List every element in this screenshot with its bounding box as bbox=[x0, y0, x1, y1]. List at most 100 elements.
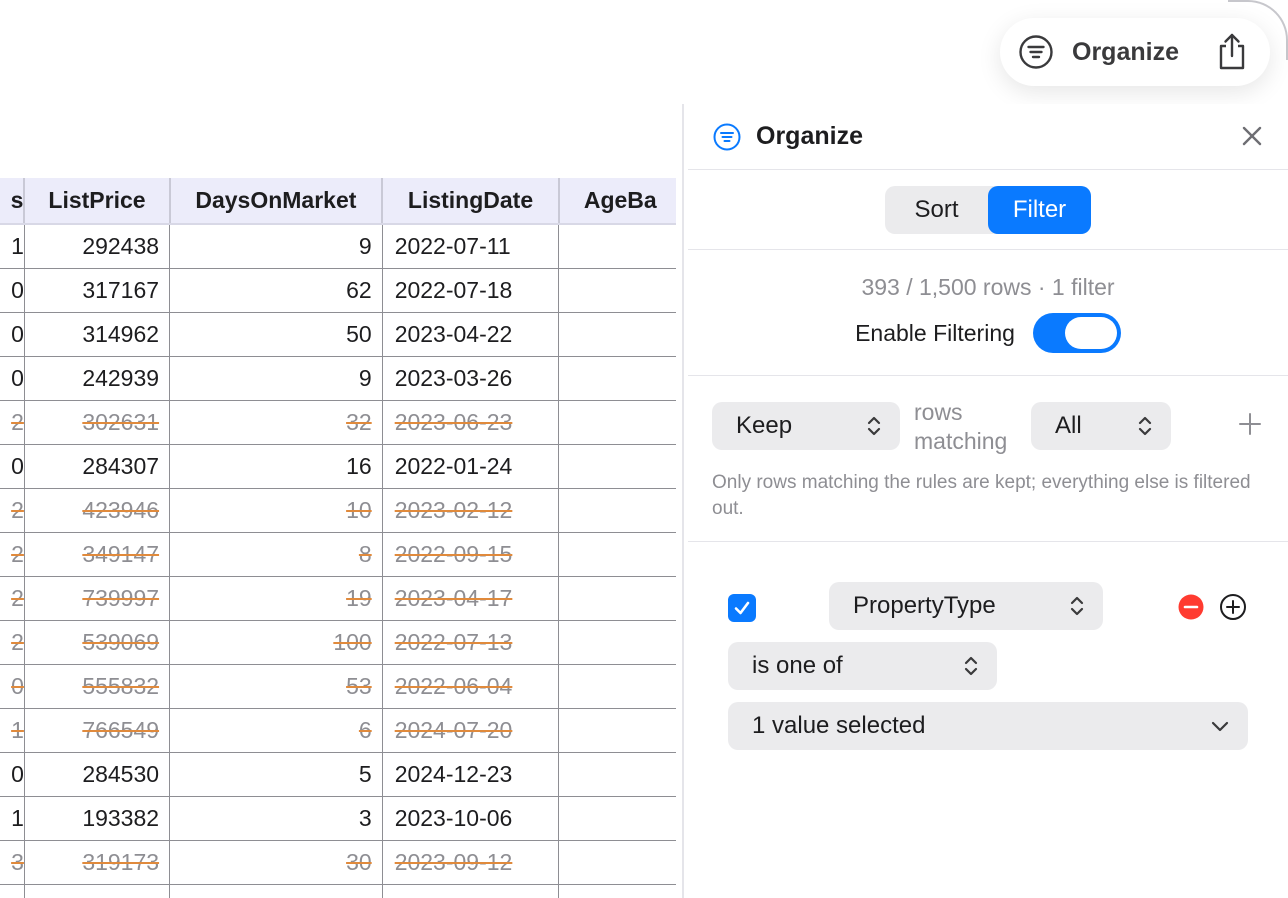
data-table: s ListPrice DaysOnMarket ListingDate Age… bbox=[0, 178, 676, 898]
table-row[interactable]: 0 555832 53 2022-06-04 bbox=[0, 664, 676, 709]
enable-filtering-toggle[interactable] bbox=[1032, 313, 1121, 353]
ageband-cell bbox=[558, 312, 676, 357]
cell-value: 9 bbox=[358, 364, 372, 391]
cell-value: 2022-01-24 bbox=[394, 452, 513, 479]
cell-value: 284530 bbox=[82, 760, 160, 787]
row-prefix-cell: 2 bbox=[0, 488, 25, 533]
cell-value: 2022-07-13 bbox=[394, 628, 513, 655]
row-prefix-cell: 0 bbox=[0, 312, 25, 357]
toggle-knob bbox=[1064, 317, 1117, 349]
filter-mode-description: Only rows matching the rules are kept; e… bbox=[712, 472, 1251, 519]
table-row[interactable]: 0 284307 16 2022-01-24 bbox=[0, 444, 676, 489]
column-header-listingdate[interactable]: ListingDate bbox=[382, 178, 560, 225]
column-header-daysonmarket[interactable]: DaysOnMarket bbox=[169, 178, 384, 225]
rule-operator-select[interactable]: is one of bbox=[728, 642, 997, 690]
column-header-ageband[interactable]: AgeBa bbox=[558, 178, 676, 225]
listprice-cell: 242939 bbox=[24, 356, 171, 401]
close-icon[interactable] bbox=[1240, 124, 1264, 148]
rule-value-dropdown[interactable]: 1 value selected bbox=[728, 702, 1248, 750]
cell-value: 284307 bbox=[82, 452, 160, 479]
cell-value: 2 bbox=[11, 540, 24, 567]
daysonmarket-cell: 53 bbox=[169, 664, 383, 709]
cell-value: 2022-09-15 bbox=[394, 540, 513, 567]
cell-value: 50 bbox=[346, 320, 372, 347]
table-row[interactable]: 2 349147 8 2022-09-15 bbox=[0, 532, 676, 577]
daysonmarket-cell: 9 bbox=[169, 224, 383, 269]
table-row[interactable]: 3 319173 30 2023-09-12 bbox=[0, 840, 676, 885]
table-row[interactable]: 0 317167 62 2022-07-18 bbox=[0, 268, 676, 313]
rule-enabled-checkbox[interactable] bbox=[728, 594, 756, 622]
listprice-cell: 423946 bbox=[24, 488, 171, 533]
cell-value: 1 bbox=[11, 804, 24, 831]
table-row[interactable]: 2 423946 10 2023-02-12 bbox=[0, 488, 676, 533]
ageband-cell bbox=[558, 620, 676, 665]
organize-panel: Organize Sort Filter 393 / 1,500 rows · … bbox=[688, 104, 1288, 898]
panel-title: Organize bbox=[756, 122, 863, 150]
row-prefix-cell: 0 bbox=[0, 444, 25, 489]
share-icon[interactable] bbox=[1216, 33, 1248, 71]
organize-button[interactable]: Organize bbox=[1018, 34, 1179, 70]
cell-value: 2022-07-18 bbox=[394, 276, 513, 303]
row-prefix-cell: 2 bbox=[0, 576, 25, 621]
ageband-cell bbox=[558, 884, 676, 898]
column-header[interactable]: s bbox=[0, 178, 26, 225]
listprice-cell: 766549 bbox=[24, 708, 171, 753]
ageband-cell bbox=[558, 576, 676, 621]
cell-value: 555832 bbox=[82, 672, 160, 699]
table-row[interactable] bbox=[0, 884, 676, 898]
listingdate-cell bbox=[382, 884, 560, 898]
cell-value: 349147 bbox=[82, 540, 160, 567]
table-row[interactable]: 2 302631 32 2023-06-23 bbox=[0, 400, 676, 445]
table-row[interactable]: 0 314962 50 2023-04-22 bbox=[0, 312, 676, 357]
row-prefix-cell: 2 bbox=[0, 620, 25, 665]
listingdate-cell: 2022-07-11 bbox=[382, 224, 560, 269]
cell-value: 30 bbox=[346, 848, 372, 875]
filter-lines-icon bbox=[712, 122, 742, 152]
listprice-cell: 284307 bbox=[24, 444, 171, 489]
rows-matching-label: rows matching bbox=[914, 399, 1008, 454]
row-count: 393 / 1,500 rows · 1 filter bbox=[861, 274, 1115, 300]
ageband-cell bbox=[558, 840, 676, 885]
listingdate-cell: 2023-02-12 bbox=[382, 488, 560, 533]
daysonmarket-cell: 100 bbox=[169, 620, 383, 665]
listingdate-cell: 2024-07-20 bbox=[382, 708, 560, 753]
listprice-cell: 314962 bbox=[24, 312, 171, 357]
add-condition-icon[interactable] bbox=[1219, 593, 1247, 621]
rule-field-select[interactable]: PropertyType bbox=[829, 582, 1103, 630]
row-prefix-cell: 1 bbox=[0, 708, 25, 753]
daysonmarket-cell: 10 bbox=[169, 488, 383, 533]
table-row[interactable]: 1 766549 6 2024-07-20 bbox=[0, 708, 676, 753]
row-prefix-cell: 0 bbox=[0, 664, 25, 709]
sort-filter-segmented-control: Sort Filter bbox=[885, 185, 1091, 234]
tab-sort[interactable]: Sort bbox=[885, 186, 988, 234]
match-mode-select[interactable]: All bbox=[1031, 402, 1171, 450]
tab-filter[interactable]: Filter bbox=[988, 185, 1091, 234]
remove-rule-icon[interactable] bbox=[1178, 594, 1204, 620]
table-row[interactable]: 2 539069 100 2022-07-13 bbox=[0, 620, 676, 665]
ageband-cell bbox=[558, 224, 676, 269]
cell-value: 2023-04-17 bbox=[394, 584, 513, 611]
listingdate-cell: 2022-01-24 bbox=[382, 444, 560, 489]
cell-value: 9 bbox=[358, 232, 372, 259]
table-row[interactable]: 1 193382 3 2023-10-06 bbox=[0, 796, 676, 841]
cell-value: 2022-07-11 bbox=[394, 232, 511, 259]
cell-value: 6 bbox=[358, 716, 372, 743]
keep-mode-select[interactable]: Keep bbox=[712, 402, 900, 450]
up-down-chevron-icon bbox=[963, 654, 979, 678]
row-prefix-cell: 0 bbox=[0, 752, 25, 797]
row-prefix-cell: 2 bbox=[0, 400, 25, 445]
table-row[interactable]: 0 284530 5 2024-12-23 bbox=[0, 752, 676, 797]
row-prefix-cell: 0 bbox=[0, 268, 25, 313]
table-row[interactable]: 2 739997 19 2023-04-17 bbox=[0, 576, 676, 621]
table-row[interactable]: 1 292438 9 2022-07-11 bbox=[0, 224, 676, 269]
column-header-listprice[interactable]: ListPrice bbox=[24, 178, 171, 225]
listingdate-cell: 2023-04-22 bbox=[382, 312, 560, 357]
add-rule-plus-icon[interactable] bbox=[1238, 412, 1262, 436]
cell-value: 0 bbox=[11, 364, 24, 391]
cell-value: 0 bbox=[11, 452, 24, 479]
table-row[interactable]: 0 242939 9 2023-03-26 bbox=[0, 356, 676, 401]
filter-lines-icon bbox=[1018, 34, 1054, 70]
listingdate-cell: 2023-06-23 bbox=[382, 400, 560, 445]
filter-status: 393 / 1,500 rows · 1 filter Enable Filte… bbox=[688, 250, 1288, 376]
cell-value: 2024-12-23 bbox=[394, 760, 513, 787]
